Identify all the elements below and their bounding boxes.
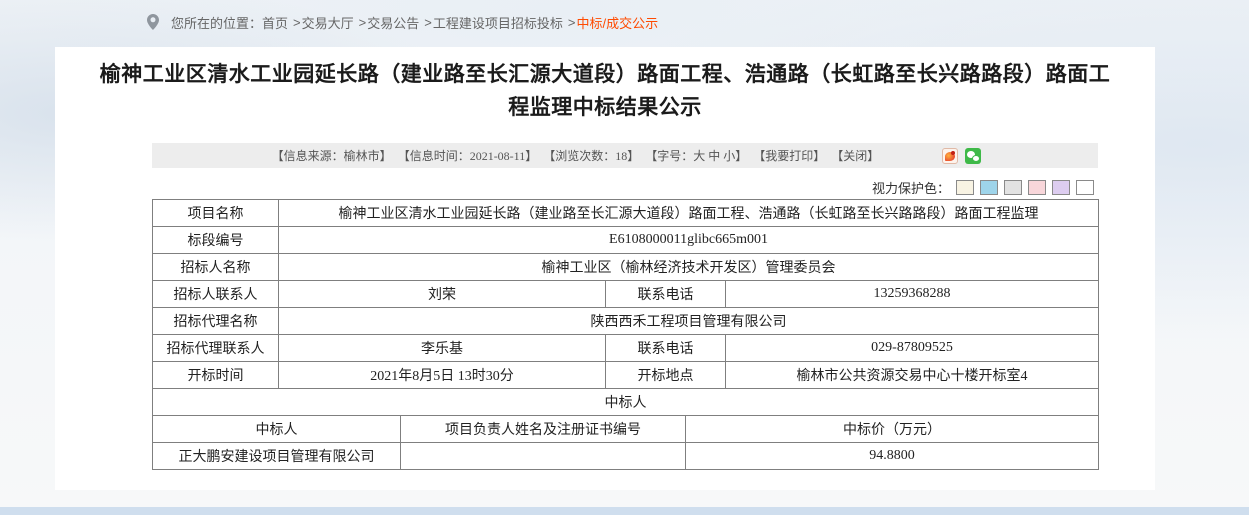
cell-value: 029-87809525	[726, 335, 1099, 362]
eye-color-swatches	[950, 180, 1094, 195]
breadcrumb-current: 中标/成交公示	[576, 13, 658, 32]
page: 您所在的位置： 首页 > 交易大厅 > 交易公告 > 工程建设项目招标投标 > …	[0, 0, 1249, 515]
eye-protection-label: 视力保护色：	[872, 178, 950, 197]
eye-color-swatch[interactable]	[1076, 180, 1094, 195]
cell-label: 项目名称	[153, 200, 279, 227]
breadcrumb-separator: >	[293, 15, 301, 30]
breadcrumb-item-trade-notice[interactable]: 交易公告	[367, 13, 419, 32]
info-views: 【浏览次数：18】	[543, 147, 639, 164]
cell-value: E6108000011glibc665m001	[279, 227, 1099, 254]
breadcrumb-item-trade-hall[interactable]: 交易大厅	[302, 13, 354, 32]
cell-value: 2021年8月5日 13时30分	[279, 362, 606, 389]
cell-label: 联系电话	[606, 335, 726, 362]
table-row: 项目名称 榆神工业区清水工业园延长路（建业路至长汇源大道段）路面工程、浩通路（长…	[153, 200, 1099, 227]
info-bar: 【信息来源：榆林市】 【信息时间：2021-08-11】 【浏览次数：18】 【…	[152, 143, 1098, 168]
breadcrumb-separator: >	[424, 15, 432, 30]
eye-protection-row: 视力保护色：	[152, 177, 1094, 197]
eye-color-swatch[interactable]	[980, 180, 998, 195]
table-row: 招标代理名称 陕西西禾工程项目管理有限公司	[153, 308, 1099, 335]
table-row: 招标代理联系人 李乐基 联系电话 029-87809525	[153, 335, 1099, 362]
cell-value: 榆神工业区（榆林经济技术开发区）管理委员会	[279, 254, 1099, 281]
winner-manager	[401, 443, 686, 470]
eye-color-swatch[interactable]	[1028, 180, 1046, 195]
cell-value: 刘荣	[279, 281, 606, 308]
announcement-table: 项目名称 榆神工业区清水工业园延长路（建业路至长汇源大道段）路面工程、浩通路（长…	[152, 199, 1099, 416]
cell-value: 13259368288	[726, 281, 1099, 308]
table-row: 标段编号 E6108000011glibc665m001	[153, 227, 1099, 254]
cell-value: 榆林市公共资源交易中心十楼开标室4	[726, 362, 1099, 389]
table-row: 正大鹏安建设项目管理有限公司 94.8800	[153, 443, 1099, 470]
breadcrumb-item-home[interactable]: 首页	[262, 13, 288, 32]
winner-header-manager: 项目负责人姓名及注册证书编号	[401, 416, 686, 443]
cell-label: 招标代理名称	[153, 308, 279, 335]
info-time: 【信息时间：2021-08-11】	[398, 147, 538, 164]
table-row: 中标人	[153, 389, 1099, 416]
winner-price: 94.8800	[686, 443, 1099, 470]
breadcrumb-separator: >	[359, 15, 367, 30]
breadcrumb-label: 您所在的位置：	[171, 13, 262, 32]
wechat-share-icon[interactable]	[965, 148, 981, 164]
winner-header-price: 中标价（万元）	[686, 416, 1099, 443]
cell-label: 开标时间	[153, 362, 279, 389]
breadcrumb: 您所在的位置： 首页 > 交易大厅 > 交易公告 > 工程建设项目招标投标 > …	[147, 12, 658, 32]
close-button[interactable]: 【关闭】	[831, 147, 879, 164]
table-row: 中标人 项目负责人姓名及注册证书编号 中标价（万元）	[153, 416, 1099, 443]
winner-header-bidder: 中标人	[153, 416, 401, 443]
info-source: 【信息来源：榆林市】	[272, 147, 392, 164]
section-header-winner: 中标人	[153, 389, 1099, 416]
print-button[interactable]: 【我要打印】	[753, 147, 825, 164]
eye-color-swatch[interactable]	[1004, 180, 1022, 195]
table-row: 招标人联系人 刘荣 联系电话 13259368288	[153, 281, 1099, 308]
location-pin-icon	[147, 14, 159, 30]
eye-color-swatch[interactable]	[1052, 180, 1070, 195]
eye-color-swatch[interactable]	[956, 180, 974, 195]
winner-table: 中标人 项目负责人姓名及注册证书编号 中标价（万元） 正大鹏安建设项目管理有限公…	[152, 415, 1099, 470]
weibo-share-icon[interactable]	[942, 148, 958, 164]
cell-label: 招标代理联系人	[153, 335, 279, 362]
cell-label: 招标人联系人	[153, 281, 279, 308]
cell-label: 联系电话	[606, 281, 726, 308]
cell-label: 标段编号	[153, 227, 279, 254]
font-size-switch[interactable]: 【字号：大 中 小】	[645, 147, 747, 164]
cell-value: 陕西西禾工程项目管理有限公司	[279, 308, 1099, 335]
cell-value: 榆神工业区清水工业园延长路（建业路至长汇源大道段）路面工程、浩通路（长虹路至长兴…	[279, 200, 1099, 227]
cell-label: 招标人名称	[153, 254, 279, 281]
table-row: 招标人名称 榆神工业区（榆林经济技术开发区）管理委员会	[153, 254, 1099, 281]
winner-name: 正大鹏安建设项目管理有限公司	[153, 443, 401, 470]
page-title: 榆神工业区清水工业园延长路（建业路至长汇源大道段）路面工程、浩通路（长虹路至长兴…	[97, 58, 1113, 124]
bottom-band	[0, 507, 1249, 515]
table-row: 开标时间 2021年8月5日 13时30分 开标地点 榆林市公共资源交易中心十楼…	[153, 362, 1099, 389]
announcement-tables: 项目名称 榆神工业区清水工业园延长路（建业路至长汇源大道段）路面工程、浩通路（长…	[152, 199, 1098, 470]
cell-value: 李乐基	[279, 335, 606, 362]
cell-label: 开标地点	[606, 362, 726, 389]
share-icons	[942, 148, 981, 164]
content-card: 榆神工业区清水工业园延长路（建业路至长汇源大道段）路面工程、浩通路（长虹路至长兴…	[55, 47, 1155, 490]
breadcrumb-separator: >	[568, 15, 576, 30]
breadcrumb-item-construction-bidding[interactable]: 工程建设项目招标投标	[433, 13, 563, 32]
